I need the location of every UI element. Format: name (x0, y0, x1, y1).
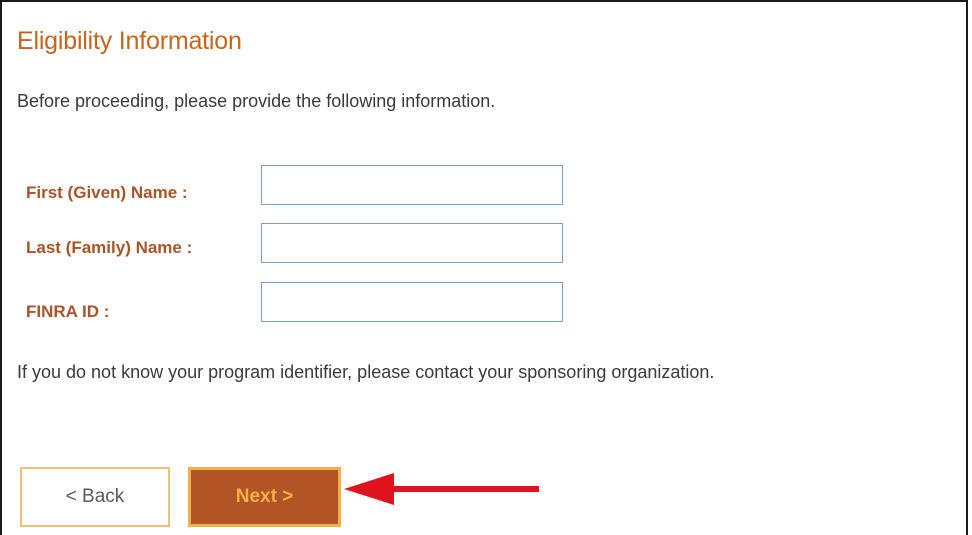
program-identifier-note: If you do not know your program identifi… (17, 362, 715, 382)
page-title: Eligibility Information (17, 27, 242, 55)
intro-text: Before proceeding, please provide the fo… (17, 91, 496, 111)
left-pointing-arrow-icon (344, 473, 539, 505)
last-name-label: Last (Family) Name : (26, 238, 193, 257)
last-name-field[interactable] (261, 223, 563, 263)
first-name-field[interactable] (261, 165, 563, 205)
back-button[interactable]: < Back (20, 467, 170, 527)
finra-id-label: FINRA ID : (26, 302, 110, 321)
finra-id-field[interactable] (261, 282, 563, 322)
eligibility-panel: Eligibility Information Before proceedin… (0, 0, 968, 535)
first-name-label: First (Given) Name : (26, 183, 188, 202)
next-button[interactable]: Next > (188, 467, 341, 527)
